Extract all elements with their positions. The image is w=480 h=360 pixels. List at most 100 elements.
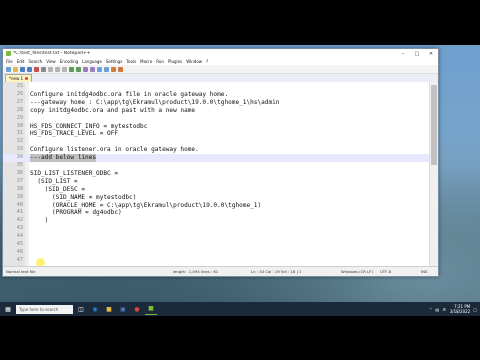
paste-icon[interactable]	[62, 66, 67, 72]
taskbar: ▦ Type here to search ◫ ◉ ■ ▣ ● ■ ⌃ ▤ ♬ …	[0, 302, 480, 316]
redo-icon[interactable]	[76, 66, 81, 72]
menu-item-macro[interactable]: Macro	[140, 59, 152, 64]
editor-line[interactable]: 26 Configure initdg4odbc.ora file in orac…	[3, 91, 430, 99]
taskbar-search-box[interactable]: Type here to search	[16, 304, 73, 314]
app-icon-red[interactable]: ●	[131, 304, 143, 314]
tray-chevron-icon[interactable]: ⌃	[429, 307, 432, 312]
notepad-plus-plus-taskbar-icon[interactable]: ■	[145, 304, 157, 315]
maximize-button[interactable]: □	[410, 49, 424, 58]
line-text: ---add below lines	[30, 154, 97, 162]
editor-line[interactable]: 31 HS_FDS_TRACE_LEVEL = OFF	[3, 130, 430, 138]
line-text: (SID_LIST =	[30, 177, 78, 185]
menu-item-settings[interactable]: Settings	[106, 59, 122, 64]
editor-line[interactable]: 44	[3, 233, 430, 241]
menu-item-tools[interactable]: Tools	[126, 59, 136, 64]
play-macro-icon[interactable]	[118, 66, 123, 72]
copy-icon[interactable]	[55, 66, 60, 72]
clock[interactable]: 7:21 PM 3/18/2022	[450, 304, 471, 314]
zoom-out-icon[interactable]	[104, 66, 109, 72]
minimize-button[interactable]: –	[396, 49, 410, 58]
close-button[interactable]: ✕	[424, 49, 438, 58]
store-icon[interactable]: ▣	[117, 304, 129, 314]
title-bar[interactable]: *C:\test_files\test.txt - Notepad++ – □ …	[3, 49, 438, 58]
cut-icon[interactable]	[48, 66, 53, 72]
zoom-in-icon[interactable]	[97, 66, 102, 72]
line-number: 34	[16, 154, 23, 161]
line-text: (PROGRAM = dg4odbc)	[30, 209, 122, 217]
record-macro-icon[interactable]	[111, 66, 116, 72]
editor-line[interactable]: 37 (SID_LIST =	[3, 178, 430, 186]
find-icon[interactable]	[83, 66, 88, 72]
notifications-icon[interactable]: ▢	[473, 307, 477, 312]
tab-close-icon[interactable]	[25, 77, 29, 80]
line-number: 30	[16, 122, 23, 129]
line-number: 26	[16, 90, 23, 97]
editor-line[interactable]: 27 ---gateway home : C:\app\tg\Ekramul\pr…	[3, 99, 430, 107]
line-number: 39	[16, 193, 23, 200]
menu-item-encoding[interactable]: Encoding	[60, 59, 78, 64]
editor-line[interactable]: 46	[3, 249, 430, 257]
line-text: )	[30, 217, 49, 225]
line-text: copy initdg4odbc.ora and past with a new…	[30, 106, 196, 114]
text-editor[interactable]: 25 26 Configure initdg4odbc.ora file in or…	[3, 82, 430, 266]
menu-item-edit[interactable]: Edit	[17, 59, 25, 64]
task-view-icon[interactable]: ◫	[75, 304, 87, 314]
open-folder-icon[interactable]	[13, 66, 18, 72]
line-number: 42	[16, 217, 23, 224]
editor-line[interactable]: 43	[3, 225, 430, 233]
editor-line[interactable]: 36 SID_LIST_LISTENER_ODBC =	[3, 170, 430, 178]
line-number: 33	[16, 146, 23, 153]
menu-item-window[interactable]: Window	[186, 59, 202, 64]
line-number: 36	[16, 169, 23, 176]
editor-line[interactable]: 34 ---add below lines	[3, 154, 430, 162]
close-file-icon[interactable]	[34, 66, 39, 72]
desktop: *C:\test_files\test.txt - Notepad++ – □ …	[0, 45, 480, 316]
save-icon[interactable]	[20, 66, 25, 72]
menu-item-run[interactable]: Run	[156, 59, 164, 64]
status-eol: Windows (CR LF)	[341, 269, 373, 274]
save-all-icon[interactable]	[27, 66, 32, 72]
editor-line[interactable]: 28 copy initdg4odbc.ora and past with a n…	[3, 107, 430, 115]
editor-line[interactable]: 38 (SID_DESC =	[3, 186, 430, 194]
tab-new-1[interactable]: *new 1	[5, 74, 33, 82]
editor-line[interactable]: 25	[3, 83, 430, 91]
menu-item-plugins[interactable]: Plugins	[168, 59, 182, 64]
menu-item-language[interactable]: Language	[82, 59, 102, 64]
editor-line[interactable]: 30 HS_FDS_CONNECT_INFO = mytestodbc	[3, 123, 430, 131]
line-number: 44	[16, 233, 23, 240]
editor-line[interactable]: 35	[3, 162, 430, 170]
menu-item-search[interactable]: Search	[28, 59, 42, 64]
line-number: 38	[16, 185, 23, 192]
editor-line[interactable]: 32	[3, 138, 430, 146]
editor-line[interactable]: 29	[3, 115, 430, 123]
new-file-icon[interactable]	[6, 66, 11, 72]
status-length: length : 1,094 lines : 61	[173, 269, 219, 274]
replace-icon[interactable]	[90, 66, 95, 72]
file-explorer-icon[interactable]: ■	[103, 304, 115, 314]
editor-line[interactable]: 45	[3, 241, 430, 249]
print-icon[interactable]	[41, 66, 46, 72]
line-text: Configure initdg4odbc.ora file in oracle…	[30, 90, 229, 98]
scrollbar-thumb[interactable]	[431, 85, 437, 165]
editor-line[interactable]: 47	[3, 257, 430, 265]
notepad-plus-plus-window: *C:\test_files\test.txt - Notepad++ – □ …	[2, 48, 439, 277]
line-number: 35	[16, 162, 23, 168]
editor-line[interactable]: 33 Configure listener.ora in oracle gatew…	[3, 146, 430, 154]
line-number: 27	[16, 98, 23, 105]
status-mode: INS	[421, 269, 428, 274]
line-number: 47	[16, 256, 23, 263]
editor-line[interactable]: 41 (PROGRAM = dg4odbc)	[3, 209, 430, 217]
windows-start-icon[interactable]: ▦	[2, 304, 14, 314]
editor-line[interactable]: 42 )	[3, 217, 430, 225]
menu-item--[interactable]: ?	[206, 59, 208, 64]
editor-line[interactable]: 39 (SID_NAME = mytestodbc)	[3, 194, 430, 202]
menu-item-view[interactable]: View	[46, 59, 56, 64]
toolbar	[3, 65, 438, 74]
volume-icon[interactable]: ♬	[442, 307, 446, 312]
network-icon[interactable]: ▤	[435, 307, 439, 312]
tab-label: *new 1	[9, 76, 24, 81]
editor-line[interactable]: 40 (ORACLE_HOME = C:\app\tg\Ekramul\prod…	[3, 202, 430, 210]
edge-browser-icon[interactable]: ◉	[89, 304, 101, 314]
menu-item-file[interactable]: File	[6, 59, 13, 64]
undo-icon[interactable]	[69, 66, 74, 72]
